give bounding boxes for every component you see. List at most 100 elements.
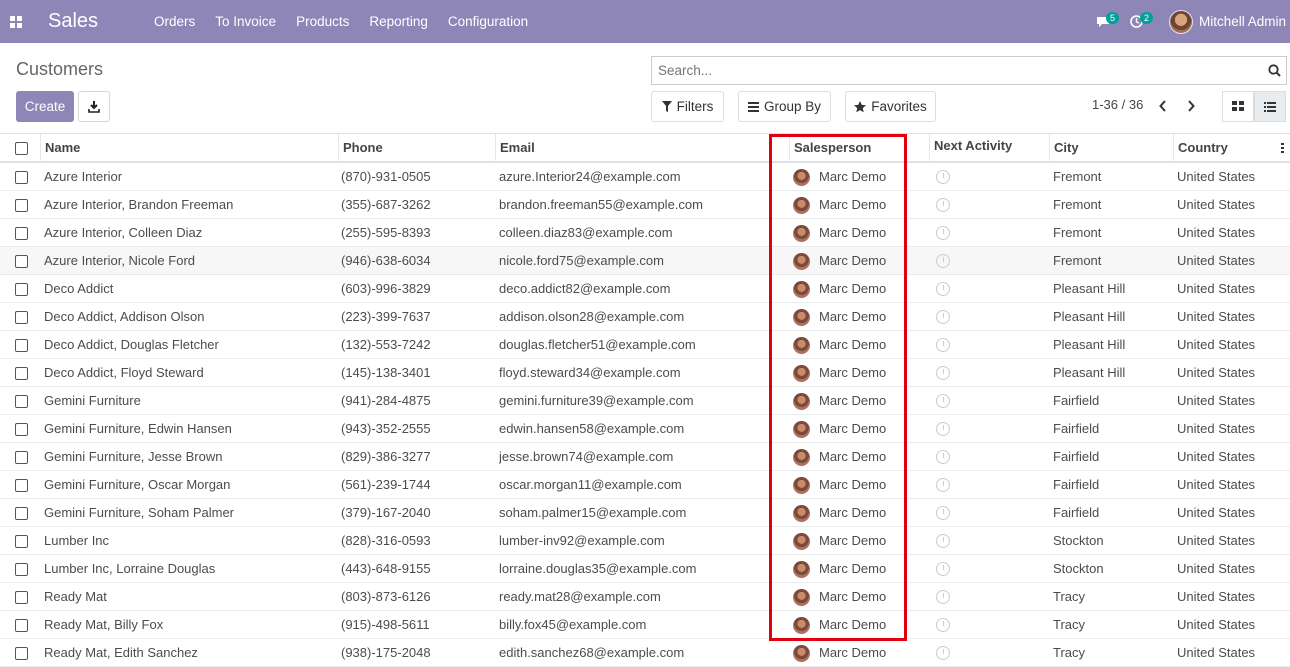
row-checkbox[interactable]: [15, 423, 28, 436]
row-checkbox[interactable]: [15, 255, 28, 268]
cell-email: soham.palmer15@example.com: [499, 505, 687, 520]
table-row[interactable]: Azure Interior (870)-931-0505 azure.Interi…: [0, 163, 1290, 191]
group-by-button[interactable]: Group By: [738, 91, 831, 122]
row-checkbox[interactable]: [15, 647, 28, 660]
user-avatar[interactable]: [1168, 9, 1193, 34]
row-checkbox[interactable]: [15, 311, 28, 324]
column-header-name[interactable]: Name: [40, 134, 338, 162]
row-checkbox[interactable]: [15, 367, 28, 380]
row-checkbox[interactable]: [15, 339, 28, 352]
row-checkbox[interactable]: [15, 171, 28, 184]
pager-next-icon[interactable]: [1183, 96, 1199, 116]
activity-clock-icon[interactable]: [936, 254, 950, 268]
list-view-button[interactable]: [1254, 91, 1286, 122]
cell-city: Fremont: [1053, 225, 1102, 240]
menu-item-to-invoice[interactable]: To Invoice: [205, 0, 286, 43]
row-checkbox[interactable]: [15, 479, 28, 492]
activity-clock-icon[interactable]: [936, 562, 950, 576]
app-brand[interactable]: Sales: [48, 10, 144, 33]
kanban-view-button[interactable]: [1222, 91, 1254, 122]
column-header-next-activity[interactable]: Next Activity: [929, 134, 1049, 162]
row-checkbox[interactable]: [15, 199, 28, 212]
table-row[interactable]: Gemini Furniture, Edwin Hansen (943)-352-…: [0, 415, 1290, 443]
row-checkbox[interactable]: [15, 507, 28, 520]
row-checkbox[interactable]: [15, 563, 28, 576]
cell-salesperson: Marc Demo: [819, 533, 887, 548]
activity-clock-icon[interactable]: [936, 618, 950, 632]
salesperson-avatar: [793, 393, 810, 410]
row-checkbox[interactable]: [15, 395, 28, 408]
activity-clock-icon[interactable]: [936, 422, 950, 436]
optional-columns-icon[interactable]: [1281, 143, 1284, 153]
table-row[interactable]: Deco Addict, Floyd Steward (145)-138-3401…: [0, 359, 1290, 387]
table-row[interactable]: Azure Interior, Brandon Freeman (355)-687…: [0, 191, 1290, 219]
activity-clock-icon[interactable]: [936, 198, 950, 212]
table-row[interactable]: Azure Interior, Nicole Ford (946)-638-603…: [0, 247, 1290, 275]
table-row[interactable]: Ready Mat, Billy Fox (915)-498-5611 billy.…: [0, 611, 1290, 639]
pager-value[interactable]: 1-36 / 36: [1092, 97, 1143, 112]
column-header-city[interactable]: City: [1049, 134, 1173, 162]
activity-clock-icon[interactable]: [936, 366, 950, 380]
column-header-email[interactable]: Email: [495, 134, 770, 162]
table-row[interactable]: Gemini Furniture, Jesse Brown (829)-386-3…: [0, 443, 1290, 471]
search-input[interactable]: [652, 63, 1262, 78]
activity-clock-icon[interactable]: [936, 282, 950, 296]
column-header-salesperson[interactable]: Salesperson: [789, 134, 929, 162]
search-icon[interactable]: [1262, 64, 1286, 77]
activity-clock-icon[interactable]: [936, 506, 950, 520]
table-row[interactable]: Deco Addict, Addison Olson (223)-399-7637…: [0, 303, 1290, 331]
favorites-button[interactable]: Favorites: [845, 91, 936, 122]
cell-salesperson: Marc Demo: [819, 477, 887, 492]
menu-item-products[interactable]: Products: [286, 0, 359, 43]
activity-clock-icon[interactable]: [936, 534, 950, 548]
menu-item-configuration[interactable]: Configuration: [438, 0, 538, 43]
activity-clock-icon[interactable]: [936, 338, 950, 352]
cell-phone: (443)-648-9155: [341, 561, 431, 576]
row-checkbox[interactable]: [15, 283, 28, 296]
activity-clock-icon[interactable]: [936, 590, 950, 604]
activities-icon[interactable]: 2: [1123, 0, 1153, 43]
table-row[interactable]: Deco Addict, Douglas Fletcher (132)-553-7…: [0, 331, 1290, 359]
download-button[interactable]: [78, 91, 110, 122]
table-row[interactable]: Gemini Furniture (941)-284-4875 gemini.fur…: [0, 387, 1290, 415]
filters-button[interactable]: Filters: [651, 91, 724, 122]
table-row[interactable]: Gemini Furniture, Oscar Morgan (561)-239-…: [0, 471, 1290, 499]
menu-item-orders[interactable]: Orders: [144, 0, 205, 43]
page-title: Customers: [16, 59, 104, 79]
salesperson-avatar: [793, 365, 810, 382]
activity-clock-icon[interactable]: [936, 170, 950, 184]
table-row[interactable]: Ready Mat, Edith Sanchez (938)-175-2048 ed…: [0, 639, 1290, 667]
user-name[interactable]: Mitchell Admin: [1199, 14, 1286, 29]
row-checkbox[interactable]: [15, 535, 28, 548]
star-icon: [854, 100, 867, 112]
table-row[interactable]: Lumber Inc (828)-316-0593 lumber-inv92@exa…: [0, 527, 1290, 555]
activity-clock-icon[interactable]: [936, 478, 950, 492]
row-checkbox[interactable]: [15, 619, 28, 632]
activity-clock-icon[interactable]: [936, 310, 950, 324]
activity-clock-icon[interactable]: [936, 226, 950, 240]
table-row[interactable]: Gemini Furniture, Soham Palmer (379)-167-…: [0, 499, 1290, 527]
cell-city: Stockton: [1053, 533, 1104, 548]
row-checkbox[interactable]: [15, 591, 28, 604]
apps-menu-icon[interactable]: [0, 0, 32, 43]
activity-clock-icon[interactable]: [936, 646, 950, 660]
table-body: Azure Interior (870)-931-0505 azure.Interi…: [0, 163, 1290, 667]
row-checkbox[interactable]: [15, 451, 28, 464]
table-row[interactable]: Lumber Inc, Lorraine Douglas (443)-648-91…: [0, 555, 1290, 583]
menu-item-reporting[interactable]: Reporting: [359, 0, 438, 43]
column-header-country[interactable]: Country: [1173, 134, 1283, 162]
cell-salesperson: Marc Demo: [819, 589, 887, 604]
table-row[interactable]: Deco Addict (603)-996-3829 deco.addict82@e…: [0, 275, 1290, 303]
select-all-checkbox[interactable]: [15, 142, 28, 155]
column-header-phone[interactable]: Phone: [338, 134, 495, 162]
messages-icon[interactable]: 5: [1089, 0, 1119, 43]
cell-city: Tracy: [1053, 645, 1086, 660]
table-row[interactable]: Azure Interior, Colleen Diaz (255)-595-83…: [0, 219, 1290, 247]
row-checkbox[interactable]: [15, 227, 28, 240]
table-row[interactable]: Ready Mat (803)-873-6126 ready.mat28@examp…: [0, 583, 1290, 611]
activity-clock-icon[interactable]: [936, 450, 950, 464]
activity-clock-icon[interactable]: [936, 394, 950, 408]
cell-name: Gemini Furniture: [44, 393, 141, 408]
pager-previous-icon[interactable]: [1155, 96, 1171, 116]
create-button[interactable]: Create: [16, 91, 74, 122]
